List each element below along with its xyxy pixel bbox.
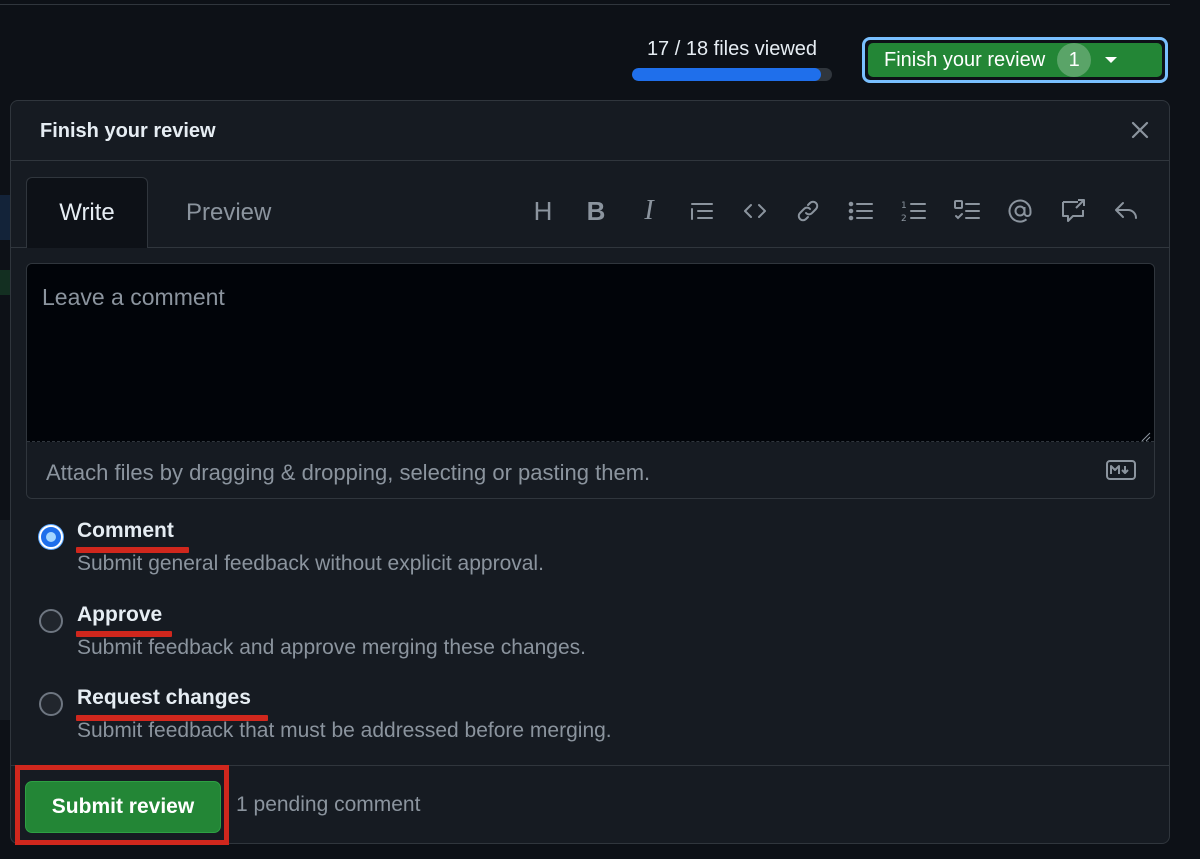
reply-icon[interactable] [1111, 196, 1141, 226]
svg-text:2: 2 [901, 214, 907, 224]
attach-files-bar[interactable]: Attach files by dragging & dropping, sel… [27, 443, 1154, 498]
finish-review-inner: Finish your review 1 [868, 43, 1162, 77]
panel-header: Finish your review [11, 101, 1169, 161]
files-viewed-label: 17 / 18 files viewed [646, 38, 818, 60]
option-label: Request changes [77, 686, 251, 709]
annotation-highlight-box [15, 765, 229, 845]
tab-write[interactable]: Write [26, 177, 148, 248]
close-icon[interactable] [1129, 119, 1151, 141]
heading-icon[interactable]: H [528, 196, 558, 226]
caret-down-icon [1105, 57, 1118, 63]
editor-tabbar: Write Preview H B I 12 [11, 161, 1169, 248]
finish-review-panel: Finish your review Write Preview H B I 1… [10, 100, 1170, 845]
italic-glyph: I [644, 195, 654, 226]
option-description: Submit general feedback without explicit… [77, 552, 544, 575]
pending-comment-text: 1 pending comment [236, 793, 421, 816]
code-icon[interactable] [740, 196, 770, 226]
approve-radio[interactable] [39, 609, 63, 633]
svg-text:1: 1 [901, 201, 907, 211]
background-strip [0, 520, 10, 720]
comment-radio[interactable] [39, 525, 63, 549]
request-changes-radio[interactable] [39, 692, 63, 716]
progress-fill [632, 68, 821, 81]
markdown-toolbar: H B I 12 [528, 195, 1141, 226]
mention-icon[interactable] [1005, 196, 1035, 226]
pending-count-badge: 1 [1057, 43, 1092, 77]
attach-files-text: Attach files by dragging & dropping, sel… [46, 460, 651, 485]
option-description: Submit feedback that must be addressed b… [77, 719, 612, 742]
finish-review-button[interactable]: Finish your review 1 [862, 37, 1168, 83]
link-icon[interactable] [793, 196, 823, 226]
heading-glyph: H [533, 195, 553, 226]
finish-review-label: Finish your review [884, 48, 1046, 71]
bold-glyph: B [586, 195, 606, 226]
comment-editor: Attach files by dragging & dropping, sel… [26, 263, 1155, 499]
option-label: Comment [77, 519, 174, 542]
reference-icon[interactable] [1058, 196, 1088, 226]
top-divider [0, 4, 1170, 5]
option-description: Submit feedback and approve merging thes… [77, 636, 586, 659]
option-label: Approve [77, 603, 163, 626]
panel-title: Finish your review [40, 120, 216, 142]
panel-footer: Submit review 1 pending comment [11, 765, 1169, 845]
comment-textarea[interactable] [27, 264, 1154, 442]
task-list-icon[interactable] [952, 196, 982, 226]
ordered-list-icon[interactable]: 12 [899, 196, 929, 226]
tab-preview[interactable]: Preview [186, 199, 271, 227]
background-strip [0, 195, 10, 240]
quote-icon[interactable] [687, 196, 717, 226]
markdown-icon[interactable] [1106, 460, 1136, 480]
unordered-list-icon[interactable] [846, 196, 876, 226]
resize-grip-icon[interactable] [1141, 432, 1151, 442]
background-strip [0, 270, 10, 295]
italic-icon[interactable]: I [634, 195, 664, 226]
files-viewed-progress [632, 68, 832, 81]
bold-icon[interactable]: B [581, 196, 611, 226]
